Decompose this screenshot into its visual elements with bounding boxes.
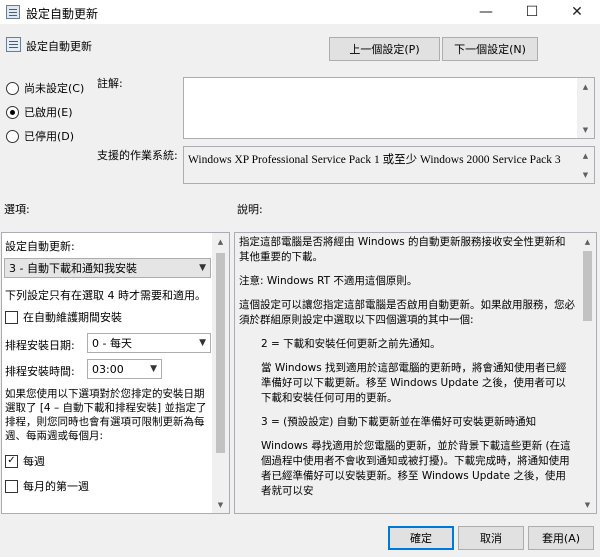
scroll-down-icon[interactable]: ▼ <box>577 166 594 183</box>
comment-textarea[interactable]: ▲ ▼ <box>183 77 595 139</box>
close-button[interactable]: ✕ <box>554 0 600 24</box>
help-paragraph: 這個設定可以讓您指定這部電腦是否啟用自動更新。如果啟用服務，您必須於群組原則設定… <box>239 299 575 326</box>
schedule-time-dropdown[interactable]: 03:00 ▼ <box>87 359 162 379</box>
options-panel: 設定自動更新: 3 - 自動下載和通知我安裝 ▼ 下列設定只有在選取 4 時才需… <box>1 232 230 514</box>
chevron-down-icon: ▼ <box>199 263 206 273</box>
schedule-day-dropdown[interactable]: 0 - 每天 ▼ <box>87 333 211 353</box>
note-text: 下列設定只有在選取 4 時才需要和適用。 <box>5 289 206 302</box>
weekly-label: 每週 <box>23 455 45 468</box>
scroll-down-icon[interactable]: ▼ <box>577 121 594 138</box>
options-scrollbar[interactable]: ▲ ▼ <box>212 233 229 513</box>
supported-os-box: Windows XP Professional Service Pack 1 或… <box>183 146 595 184</box>
schedule-day-value: 0 - 每天 <box>92 337 132 350</box>
maintenance-checkbox[interactable] <box>5 310 18 324</box>
schedule-day-label: 排程安裝日期: <box>5 339 75 352</box>
supported-os-value: Windows XP Professional Service Pack 1 或… <box>188 154 561 166</box>
radio-indicator[interactable] <box>6 129 19 143</box>
radio-enabled[interactable]: 已啟用(E) <box>6 104 73 120</box>
setting-icon <box>6 37 21 52</box>
schedule-time-label: 排程安裝時間: <box>5 365 75 378</box>
supported-os-scrollbar[interactable]: ▲ ▼ <box>577 147 594 183</box>
configure-updates-dropdown[interactable]: 3 - 自動下載和通知我安裝 ▼ <box>4 258 211 278</box>
scroll-thumb[interactable] <box>583 251 592 321</box>
scroll-down-icon[interactable]: ▼ <box>579 496 596 513</box>
window-title: 設定自動更新 <box>26 7 99 21</box>
ok-button[interactable]: 確定 <box>388 526 454 550</box>
first-week-option[interactable]: 每月的第一週 <box>5 478 89 494</box>
first-week-checkbox[interactable] <box>5 479 18 493</box>
scroll-up-icon[interactable]: ▲ <box>577 147 594 164</box>
maintenance-install-option[interactable]: 在自動維護期間安裝 <box>5 309 122 325</box>
scroll-thumb[interactable] <box>216 253 225 453</box>
radio-not-configured[interactable]: 尚未設定(C) <box>6 80 84 96</box>
comment-scrollbar[interactable]: ▲ ▼ <box>577 78 594 138</box>
radio-label: 已停用(D) <box>24 130 75 143</box>
chevron-down-icon: ▼ <box>199 338 206 348</box>
radio-label: 尚未設定(C) <box>24 82 85 95</box>
weekly-checkbox[interactable]: ✓ <box>5 454 18 468</box>
policy-icon <box>6 5 20 19</box>
configure-updates-label: 設定自動更新: <box>5 240 75 253</box>
schedule-explanation: 如果您使用以下選項對於您排定的安裝日期選取了 [4 – 自動下載和排程安裝] 並… <box>5 388 207 442</box>
previous-setting-button[interactable]: 上一個設定(P) <box>329 37 440 61</box>
help-paragraph: Windows 尋找適用於您電腦的更新，並於背景下載這些更新 (在這個過程中使用… <box>261 440 571 497</box>
minimize-button[interactable]: — <box>463 0 509 24</box>
help-paragraph: 2 = 下載和安裝任何更新之前先通知。 <box>261 338 441 350</box>
maintenance-label: 在自動維護期間安裝 <box>23 311 122 324</box>
help-paragraph: 指定這部電腦是否將經由 Windows 的自動更新服務接收安全性更新和其他重要的… <box>239 236 566 263</box>
help-panel: 指定這部電腦是否將經由 Windows 的自動更新服務接收安全性更新和其他重要的… <box>234 232 597 514</box>
radio-disabled[interactable]: 已停用(D) <box>6 128 74 144</box>
configure-updates-value: 3 - 自動下載和通知我安裝 <box>9 262 137 275</box>
weekly-option[interactable]: ✓ 每週 <box>5 453 45 469</box>
comment-label: 註解: <box>97 77 123 90</box>
scroll-up-icon[interactable]: ▲ <box>212 233 229 250</box>
help-paragraph: 注意: Windows RT 不適用這個原則。 <box>239 275 418 287</box>
schedule-time-value: 03:00 <box>92 362 124 376</box>
help-label: 說明: <box>237 203 263 216</box>
help-paragraph: 當 Windows 找到適用於這部電腦的更新時，將會通知使用者已經準備好可以下載… <box>261 362 567 404</box>
radio-label: 已啟用(E) <box>24 106 73 119</box>
help-scrollbar[interactable]: ▲ ▼ <box>579 233 596 513</box>
next-setting-button[interactable]: 下一個設定(N) <box>442 37 538 61</box>
help-text: 指定這部電腦是否將經由 Windows 的自動更新服務接收安全性更新和其他重要的… <box>239 235 575 508</box>
scroll-up-icon[interactable]: ▲ <box>577 78 594 95</box>
supported-os-label: 支援的作業系統: <box>97 149 178 162</box>
options-label: 選項: <box>4 203 30 216</box>
first-week-label: 每月的第一週 <box>23 480 89 493</box>
scroll-down-icon[interactable]: ▼ <box>212 496 229 513</box>
apply-button[interactable]: 套用(A) <box>528 526 594 550</box>
chevron-down-icon: ▼ <box>150 364 157 374</box>
scroll-up-icon[interactable]: ▲ <box>579 233 596 250</box>
maximize-button[interactable]: ☐ <box>509 0 555 24</box>
help-paragraph: 3 = (預設設定) 自動下載更新並在準備好可安裝更新時通知 <box>261 416 537 428</box>
radio-indicator[interactable] <box>6 81 19 95</box>
title-bar: 設定自動更新 — ☐ ✕ <box>0 0 600 24</box>
cancel-button[interactable]: 取消 <box>458 526 524 550</box>
radio-indicator[interactable] <box>6 105 19 119</box>
setting-title: 設定自動更新 <box>26 40 92 53</box>
